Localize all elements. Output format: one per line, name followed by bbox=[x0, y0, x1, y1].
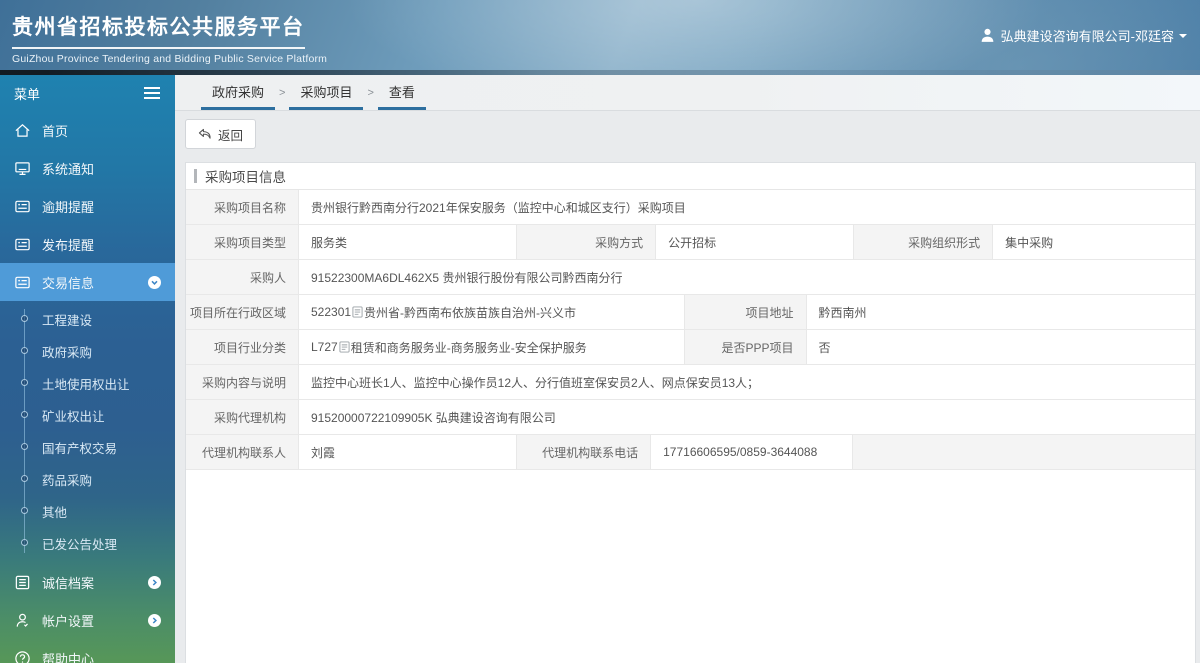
panel-title: 采购项目信息 bbox=[186, 163, 1195, 190]
sidebar-item-home[interactable]: 首页 bbox=[0, 111, 175, 149]
main-content: 政府采购 > 采购项目 > 查看 返回 采购项目信息 采购项目名称 贵州银行黔西… bbox=[175, 75, 1200, 663]
row-agency-contact: 代理机构联系人 刘霞 代理机构联系电话 17716606595/0859-364… bbox=[186, 435, 1195, 470]
submenu-item-state-property[interactable]: 国有产权交易 bbox=[0, 431, 175, 463]
sidebar-item-trade-info[interactable]: 交易信息 bbox=[0, 263, 175, 301]
field-value-region: 522301 贵州省-黔西南布依族苗族自治州-兴义市 bbox=[299, 295, 686, 329]
toolbar: 返回 bbox=[175, 111, 1200, 159]
document-icon[interactable] bbox=[339, 341, 350, 353]
home-icon bbox=[15, 123, 30, 137]
hamburger-icon[interactable] bbox=[143, 86, 161, 100]
breadcrumb-view[interactable]: 查看 bbox=[377, 75, 426, 110]
chevron-right-circle-icon bbox=[148, 613, 161, 627]
field-label: 采购组织形式 bbox=[853, 225, 994, 259]
monitor-icon bbox=[15, 161, 30, 175]
app-header: 贵州省招标投标公共服务平台 GuiZhou Province Tendering… bbox=[0, 0, 1200, 75]
field-value-industry: L727 租赁和商务服务业-商务服务业-安全保护服务 bbox=[299, 330, 686, 364]
document-icon[interactable] bbox=[352, 306, 363, 318]
submenu-item-issued-notice[interactable]: 已发公告处理 bbox=[0, 527, 175, 559]
field-value-agency: 91520000722109905K 弘典建设咨询有限公司 bbox=[311, 410, 556, 425]
field-label: 采购代理机构 bbox=[186, 400, 299, 434]
submenu-item-land-use[interactable]: 土地使用权出让 bbox=[0, 367, 175, 399]
project-info-panel: 采购项目信息 采购项目名称 贵州银行黔西南分行2021年保安服务（监控中心和城区… bbox=[185, 162, 1196, 663]
field-label: 是否PPP项目 bbox=[685, 330, 807, 364]
field-value-content: 监控中心班长1人、监控中心操作员12人、分行值班室保安员2人、网点保安员13人； bbox=[311, 375, 760, 390]
row-region-address: 项目所在行政区域 522301 贵州省-黔西南布依族苗族自治州-兴义市 项目地址… bbox=[186, 295, 1195, 330]
user-menu[interactable]: 弘典建设咨询有限公司-邓廷容 bbox=[979, 26, 1187, 45]
field-value-org-form: 集中采购 bbox=[1005, 235, 1054, 250]
field-value-method: 公开招标 bbox=[656, 225, 854, 259]
undo-icon bbox=[198, 128, 211, 139]
sidebar-item-help-center[interactable]: 帮助中心 bbox=[0, 639, 175, 663]
card-icon bbox=[15, 238, 30, 250]
menu-label: 菜单 bbox=[14, 86, 41, 102]
field-value-agency-contact: 刘霞 bbox=[299, 435, 517, 469]
field-value-ppp: 否 bbox=[818, 340, 831, 355]
sidebar: 菜单 首页 系统通知 逾期提醒 发布提醒 交易信息 工程建设 政府采购 土地使用… bbox=[0, 75, 175, 663]
chevron-right-circle-icon bbox=[148, 575, 161, 589]
row-content-description: 采购内容与说明 监控中心班长1人、监控中心操作员12人、分行值班室保安员2人、网… bbox=[186, 365, 1195, 400]
field-label: 项目地址 bbox=[685, 295, 807, 329]
breadcrumb-separator: > bbox=[367, 86, 374, 99]
field-label: 采购方式 bbox=[516, 225, 657, 259]
field-label: 采购内容与说明 bbox=[186, 365, 299, 399]
sidebar-item-notifications[interactable]: 系统通知 bbox=[0, 149, 175, 187]
chevron-down-icon bbox=[1179, 33, 1187, 42]
list-icon bbox=[15, 575, 30, 589]
row-type-method-form: 采购项目类型 服务类 采购方式 公开招标 采购组织形式 集中采购 bbox=[186, 225, 1195, 260]
sidebar-item-publish-reminder[interactable]: 发布提醒 bbox=[0, 225, 175, 263]
chevron-down-circle-icon bbox=[148, 275, 161, 289]
field-value-agency-phone: 17716606595/0859-3644088 bbox=[651, 435, 853, 469]
field-label: 代理机构联系电话 bbox=[516, 435, 652, 469]
sidebar-item-account-settings[interactable]: 帐户设置 bbox=[0, 601, 175, 639]
user-icon bbox=[981, 28, 993, 42]
field-label: 项目所在行政区域 bbox=[186, 295, 299, 329]
card-icon bbox=[15, 276, 30, 288]
submenu-item-drug-procurement[interactable]: 药品采购 bbox=[0, 463, 175, 495]
sidebar-item-credit-archive[interactable]: 诚信档案 bbox=[0, 563, 175, 601]
field-value-purchaser: 91522300MA6DL462X5 贵州银行股份有限公司黔西南分行 bbox=[311, 270, 623, 285]
breadcrumb: 政府采购 > 采购项目 > 查看 bbox=[175, 75, 1200, 111]
breadcrumb-procurement-project[interactable]: 采购项目 bbox=[289, 75, 364, 110]
submenu-item-gov-procurement[interactable]: 政府采购 bbox=[0, 335, 175, 367]
submenu-item-engineering[interactable]: 工程建设 bbox=[0, 303, 175, 335]
back-button[interactable]: 返回 bbox=[185, 119, 257, 149]
title-bar-decor bbox=[194, 169, 197, 183]
field-value-project-name: 贵州银行黔西南分行2021年保安服务（监控中心和城区支行）采购项目 bbox=[311, 200, 686, 215]
user-name: 弘典建设咨询有限公司-邓廷容 bbox=[1000, 29, 1174, 44]
trade-info-submenu: 工程建设 政府采购 土地使用权出让 矿业权出让 国有产权交易 药品采购 其他 已… bbox=[0, 301, 175, 563]
breadcrumb-separator: > bbox=[279, 86, 286, 99]
empty-filler-cell bbox=[852, 435, 1195, 469]
row-agency: 采购代理机构 91520000722109905K 弘典建设咨询有限公司 bbox=[186, 400, 1195, 435]
field-value-project-type: 服务类 bbox=[299, 225, 517, 259]
field-label: 项目行业分类 bbox=[186, 330, 299, 364]
field-label: 采购项目类型 bbox=[186, 225, 299, 259]
row-industry-ppp: 项目行业分类 L727 租赁和商务服务业-商务服务业-安全保护服务 是否PPP项… bbox=[186, 330, 1195, 365]
row-project-name: 采购项目名称 贵州银行黔西南分行2021年保安服务（监控中心和城区支行）采购项目 bbox=[186, 190, 1195, 225]
sidebar-menu-head: 菜单 bbox=[0, 75, 175, 111]
field-label: 采购项目名称 bbox=[186, 190, 299, 224]
question-icon bbox=[15, 650, 30, 663]
field-value-address: 黔西南州 bbox=[818, 305, 867, 320]
row-purchaser: 采购人 91522300MA6DL462X5 贵州银行股份有限公司黔西南分行 bbox=[186, 260, 1195, 295]
submenu-item-mining-rights[interactable]: 矿业权出让 bbox=[0, 399, 175, 431]
page-subtitle: GuiZhou Province Tendering and Bidding P… bbox=[12, 53, 328, 65]
card-icon bbox=[15, 200, 30, 212]
field-label: 代理机构联系人 bbox=[186, 435, 299, 469]
field-label: 采购人 bbox=[186, 260, 299, 294]
sidebar-item-overdue-reminder[interactable]: 逾期提醒 bbox=[0, 187, 175, 225]
person-icon bbox=[16, 613, 28, 627]
submenu-item-other[interactable]: 其他 bbox=[0, 495, 175, 527]
breadcrumb-gov-procurement[interactable]: 政府采购 bbox=[201, 75, 276, 110]
page-title: 贵州省招标投标公共服务平台 bbox=[12, 11, 305, 49]
